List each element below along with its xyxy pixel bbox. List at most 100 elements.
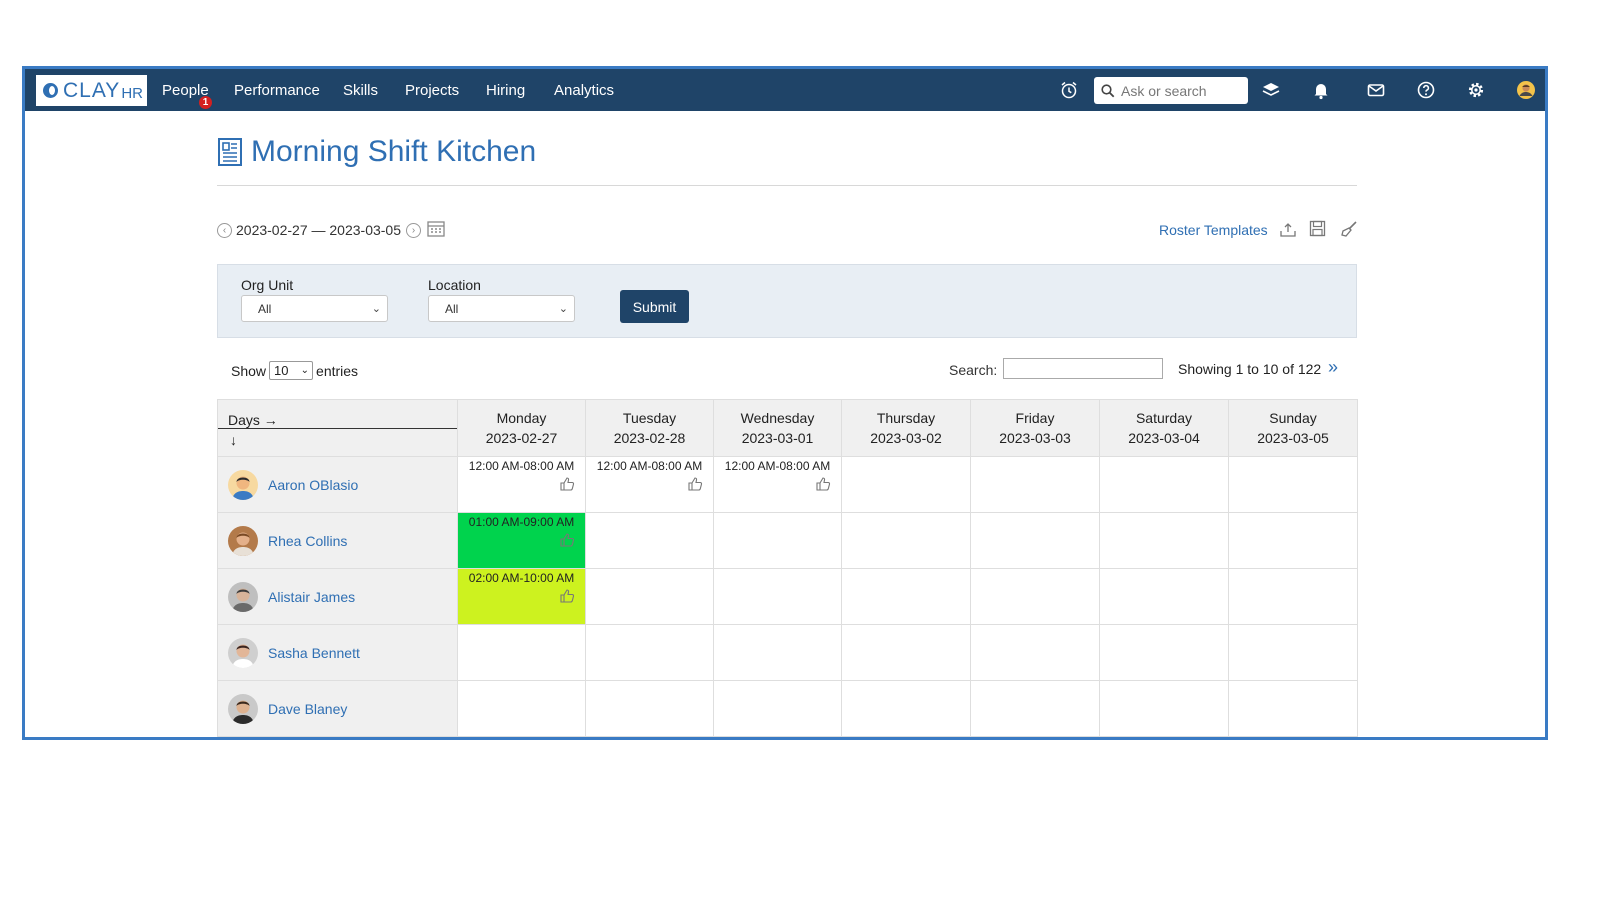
shift-cell[interactable] bbox=[1099, 512, 1229, 569]
shift-cell[interactable] bbox=[1228, 512, 1358, 569]
entries-value: 10 bbox=[274, 363, 289, 378]
day-name: Sunday bbox=[1269, 410, 1317, 426]
shift-cell[interactable] bbox=[1228, 568, 1358, 625]
shift-time: 01:00 AM-09:00 AM bbox=[468, 515, 575, 529]
shift-cell[interactable] bbox=[713, 568, 842, 625]
shift-cell[interactable] bbox=[713, 512, 842, 569]
table-row: Dave Blaney bbox=[217, 680, 1358, 737]
day-name: Monday bbox=[496, 410, 547, 426]
search-icon bbox=[1101, 83, 1115, 97]
shift-cell[interactable] bbox=[457, 680, 586, 737]
shift-cell[interactable] bbox=[970, 624, 1100, 681]
shift-cell[interactable]: 12:00 AM-08:00 AM bbox=[713, 456, 842, 513]
days-corner-header: Days → ↓ bbox=[217, 399, 458, 457]
show-label: Show bbox=[231, 362, 267, 379]
export-icon[interactable] bbox=[1279, 221, 1297, 243]
nav-skills[interactable]: Skills bbox=[343, 82, 378, 99]
shift-cell[interactable] bbox=[841, 680, 971, 737]
shift-cell[interactable] bbox=[1099, 680, 1229, 737]
nav-projects[interactable]: Projects bbox=[405, 82, 459, 99]
employee-name-link[interactable]: Dave Blaney bbox=[268, 701, 347, 717]
thumbs-up-icon[interactable] bbox=[559, 532, 575, 552]
shift-cell[interactable] bbox=[457, 624, 586, 681]
employee-name-link[interactable]: Rhea Collins bbox=[268, 533, 347, 549]
entries-select[interactable]: 10 ⌄ bbox=[269, 361, 314, 380]
save-icon[interactable] bbox=[1309, 220, 1326, 242]
chevron-down-icon: ⌄ bbox=[300, 365, 310, 376]
shift-cell[interactable] bbox=[1099, 456, 1229, 513]
chevron-down-icon: ⌄ bbox=[558, 303, 568, 315]
shift-cell[interactable] bbox=[841, 512, 971, 569]
prev-week-icon[interactable]: ‹ bbox=[217, 222, 232, 238]
shift-cell[interactable] bbox=[970, 568, 1100, 625]
thumbs-up-icon[interactable] bbox=[687, 476, 703, 496]
shift-cell[interactable]: 12:00 AM-08:00 AM bbox=[457, 456, 586, 513]
thumbs-up-icon[interactable] bbox=[559, 588, 575, 608]
shift-cell[interactable] bbox=[585, 624, 714, 681]
alarm-clock-icon[interactable] bbox=[1059, 80, 1079, 100]
shift-cell[interactable] bbox=[713, 680, 842, 737]
clayhr-logo[interactable]: CLAY HR bbox=[36, 75, 147, 106]
pagination-info: Showing 1 to 10 of 122 bbox=[1178, 361, 1322, 377]
shift-cell[interactable] bbox=[1099, 568, 1229, 625]
shift-cell[interactable] bbox=[1228, 624, 1358, 681]
nav-performance[interactable]: Performance bbox=[234, 82, 320, 99]
date-range-text: 2023-02-27 — 2023-03-05 bbox=[236, 222, 402, 238]
shift-cell[interactable]: 12:00 AM-08:00 AM bbox=[585, 456, 714, 513]
org-unit-select[interactable]: All ⌄ bbox=[241, 295, 388, 322]
table-search-input[interactable] bbox=[1003, 358, 1163, 379]
bell-icon[interactable] bbox=[1311, 80, 1331, 100]
app-window: CLAY HR People 1 Performance Skills Proj… bbox=[22, 66, 1548, 740]
shift-cell[interactable] bbox=[585, 680, 714, 737]
calendar-icon[interactable] bbox=[427, 220, 445, 240]
shift-cell[interactable] bbox=[585, 512, 714, 569]
logo-mark-icon bbox=[43, 83, 58, 98]
employee-name-link[interactable]: Sasha Bennett bbox=[268, 645, 360, 661]
location-select[interactable]: All ⌄ bbox=[428, 295, 575, 322]
shift-cell[interactable] bbox=[970, 512, 1100, 569]
next-page-link[interactable]: » bbox=[1328, 357, 1338, 378]
shift-cell[interactable] bbox=[841, 568, 971, 625]
mail-icon[interactable] bbox=[1366, 80, 1386, 100]
day-date: 2023-02-28 bbox=[613, 430, 686, 446]
shift-cell[interactable] bbox=[841, 456, 971, 513]
day-header-thursday: Thursday 2023-03-02 bbox=[841, 399, 971, 457]
day-header-sunday: Sunday 2023-03-05 bbox=[1228, 399, 1358, 457]
shift-cell[interactable] bbox=[1228, 456, 1358, 513]
submit-button[interactable]: Submit bbox=[620, 290, 689, 323]
logo-text: CLAY bbox=[63, 78, 121, 102]
nav-hiring[interactable]: Hiring bbox=[486, 82, 525, 99]
clear-brush-icon[interactable] bbox=[1340, 220, 1358, 243]
employee-cell: Sasha Bennett bbox=[217, 624, 458, 681]
shift-cell[interactable] bbox=[1099, 624, 1229, 681]
shift-cell[interactable]: 02:00 AM-10:00 AM bbox=[457, 568, 586, 625]
layers-icon[interactable] bbox=[1261, 80, 1281, 100]
shift-cell[interactable] bbox=[585, 568, 714, 625]
roster-templates-link[interactable]: Roster Templates bbox=[1159, 222, 1268, 238]
shift-cell[interactable] bbox=[970, 680, 1100, 737]
employee-name-link[interactable]: Aaron OBlasio bbox=[268, 477, 358, 493]
gear-icon[interactable] bbox=[1466, 80, 1486, 100]
global-search[interactable] bbox=[1094, 77, 1248, 104]
employee-name-link[interactable]: Alistair James bbox=[268, 589, 355, 605]
shift-cell[interactable] bbox=[1228, 680, 1358, 737]
employee-cell: Aaron OBlasio bbox=[217, 456, 458, 513]
shift-cell[interactable] bbox=[841, 624, 971, 681]
thumbs-up-icon[interactable] bbox=[815, 476, 831, 496]
shift-cell[interactable] bbox=[970, 456, 1100, 513]
location-label: Location bbox=[428, 277, 481, 293]
days-label: Days → bbox=[228, 412, 278, 428]
table-body: Aaron OBlasio 12:00 AM-08:00 AM 12:00 AM-0… bbox=[217, 456, 1358, 737]
user-avatar[interactable] bbox=[1516, 80, 1536, 100]
nav-analytics[interactable]: Analytics bbox=[554, 82, 614, 99]
header-divider bbox=[218, 428, 457, 429]
shift-cell[interactable]: 01:00 AM-09:00 AM bbox=[457, 512, 586, 569]
shift-time: 02:00 AM-10:00 AM bbox=[468, 571, 575, 585]
help-icon[interactable] bbox=[1416, 80, 1436, 100]
next-week-icon[interactable]: › bbox=[406, 222, 422, 238]
shift-cell[interactable] bbox=[713, 624, 842, 681]
filter-panel: Org Unit All ⌄ Location All ⌄ Submit bbox=[217, 264, 1357, 338]
thumbs-up-icon[interactable] bbox=[559, 476, 575, 496]
employee-cell: Alistair James bbox=[217, 568, 458, 625]
search-input[interactable] bbox=[1119, 81, 1243, 100]
